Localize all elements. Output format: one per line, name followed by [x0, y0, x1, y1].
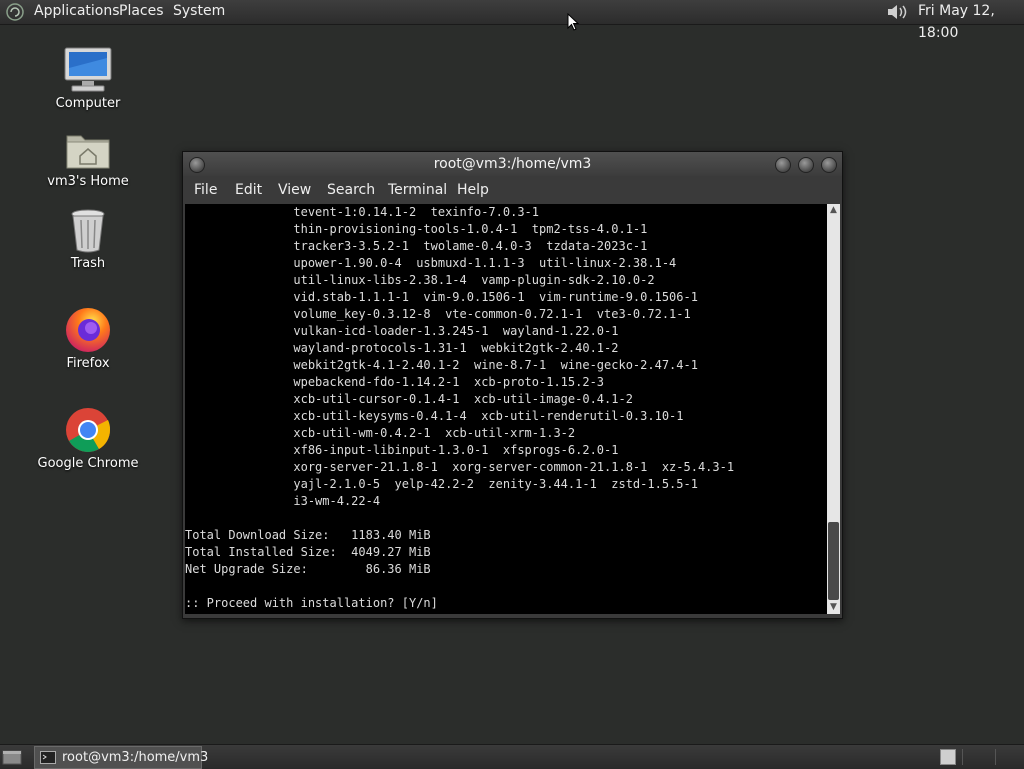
- desktop-icon-chrome[interactable]: Google Chrome: [28, 406, 148, 471]
- menu-edit[interactable]: Edit: [235, 176, 262, 204]
- terminal-line: upower-1.90.0-4 usbmuxd-1.1.1-3 util-lin…: [185, 256, 677, 270]
- chrome-icon: [66, 408, 111, 452]
- trash-icon: [71, 209, 105, 253]
- terminal-line: :: Proceed with installation? [Y/n]: [185, 596, 438, 610]
- desktop-icon-firefox[interactable]: Firefox: [28, 306, 148, 371]
- menu-file[interactable]: File: [194, 176, 217, 204]
- terminal-menubar: File Edit View Search Terminal Help: [183, 176, 842, 204]
- terminal-line: vid.stab-1.1.1-1 vim-9.0.1506-1 vim-runt…: [185, 290, 698, 304]
- menu-search[interactable]: Search: [327, 176, 375, 204]
- scroll-down-arrow-icon[interactable]: ▼: [827, 601, 840, 614]
- home-folder-icon: [66, 135, 110, 169]
- distro-logo-icon[interactable]: [6, 3, 24, 21]
- firefox-icon: [66, 308, 110, 352]
- terminal-line: Net Upgrade Size: 86.36 MiB: [185, 562, 431, 576]
- terminal-line: wayland-protocols-1.31-1 webkit2gtk-2.40…: [185, 341, 619, 355]
- terminal-line: xcb-util-cursor-0.1.4-1 xcb-util-image-0…: [185, 392, 633, 406]
- terminal-line: i3-wm-4.22-4: [185, 494, 381, 508]
- terminal-line: tevent-1:0.14.1-2 texinfo-7.0.3-1: [185, 205, 540, 219]
- minimize-button[interactable]: [775, 157, 791, 173]
- window-titlebar[interactable]: root@vm3:/home/vm3: [183, 152, 842, 176]
- terminal-line: xorg-server-21.1.8-1 xorg-server-common-…: [185, 460, 735, 474]
- terminal-line: Total Installed Size: 4049.27 MiB: [185, 545, 431, 559]
- desktop-icon-label: vm3's Home: [47, 174, 129, 189]
- workspace-divider: [995, 749, 996, 765]
- terminal-window[interactable]: root@vm3:/home/vm3 File Edit View Search…: [182, 151, 843, 619]
- terminal-line: wpebackend-fdo-1.14.2-1 xcb-proto-1.15.2…: [185, 375, 605, 389]
- scroll-thumb[interactable]: [828, 522, 839, 600]
- volume-icon[interactable]: [886, 3, 908, 21]
- terminal-line: Total Download Size: 1183.40 MiB: [185, 528, 431, 542]
- places-menu[interactable]: Places: [119, 0, 164, 24]
- terminal-line: util-linux-libs-2.38.1-4 vamp-plugin-sdk…: [185, 273, 655, 287]
- mouse-pointer-icon: [567, 13, 579, 31]
- terminal-line: xcb-util-keysyms-0.4.1-4 xcb-util-render…: [185, 409, 684, 423]
- desktop-icon-label: Trash: [70, 256, 106, 271]
- applications-menu[interactable]: Applications: [34, 0, 120, 24]
- maximize-button[interactable]: [798, 157, 814, 173]
- menu-help[interactable]: Help: [457, 176, 489, 204]
- desktop-icon-label: Firefox: [66, 356, 110, 371]
- show-desktop-icon[interactable]: [2, 748, 22, 766]
- terminal-line: webkit2gtk-4.1-2.40.1-2 wine-8.7-1 wine-…: [185, 358, 698, 372]
- terminal-icon: [40, 751, 56, 764]
- taskbar-item-terminal[interactable]: root@vm3:/home/vm3: [34, 746, 208, 769]
- desktop-icon-home[interactable]: vm3's Home: [28, 128, 148, 189]
- desktop-icon-label: Computer: [55, 96, 121, 111]
- terminal-line: yajl-2.1.0-5 yelp-42.2-2 zenity-3.44.1-1…: [185, 477, 698, 491]
- terminal-line: volume_key-0.3.12-8 vte-common-0.72.1-1 …: [185, 307, 691, 321]
- workspace-divider: [962, 749, 963, 765]
- bottom-panel: root@vm3:/home/vm3: [0, 744, 1024, 769]
- desktop-icon-trash[interactable]: Trash: [28, 208, 148, 271]
- terminal-output[interactable]: tevent-1:0.14.1-2 texinfo-7.0.3-1 thin-p…: [185, 204, 827, 614]
- scroll-up-arrow-icon[interactable]: ▲: [827, 204, 840, 217]
- clock[interactable]: Fri May 12, 18:00: [918, 0, 1024, 44]
- taskbar-item-label: root@vm3:/home/vm3: [62, 750, 209, 765]
- desktop-icon-label: Google Chrome: [37, 456, 139, 471]
- terminal-line: tracker3-3.5.2-1 twolame-0.4.0-3 tzdata-…: [185, 239, 648, 253]
- workspace-switcher-1[interactable]: [940, 749, 956, 765]
- terminal-lines: tevent-1:0.14.1-2 texinfo-7.0.3-1 thin-p…: [185, 204, 734, 612]
- top-panel: Applications Places System Fri May 12, 1…: [0, 0, 1024, 41]
- computer-icon: [64, 47, 112, 92]
- terminal-line: xf86-input-libinput-1.3.0-1 xfsprogs-6.2…: [185, 443, 619, 457]
- terminal-line: thin-provisioning-tools-1.0.4-1 tpm2-tss…: [185, 222, 648, 236]
- terminal-line: xcb-util-wm-0.4.2-1 xcb-util-xrm-1.3-2: [185, 426, 576, 440]
- menu-view[interactable]: View: [278, 176, 311, 204]
- close-button[interactable]: [821, 157, 837, 173]
- window-title: root@vm3:/home/vm3: [433, 156, 592, 172]
- terminal-scrollbar[interactable]: ▲ ▼: [827, 204, 840, 614]
- desktop-icon-computer[interactable]: Computer: [28, 46, 148, 111]
- system-menu[interactable]: System: [173, 0, 225, 24]
- menu-terminal[interactable]: Terminal: [388, 176, 447, 204]
- terminal-line: vulkan-icd-loader-1.3.245-1 wayland-1.22…: [185, 324, 619, 338]
